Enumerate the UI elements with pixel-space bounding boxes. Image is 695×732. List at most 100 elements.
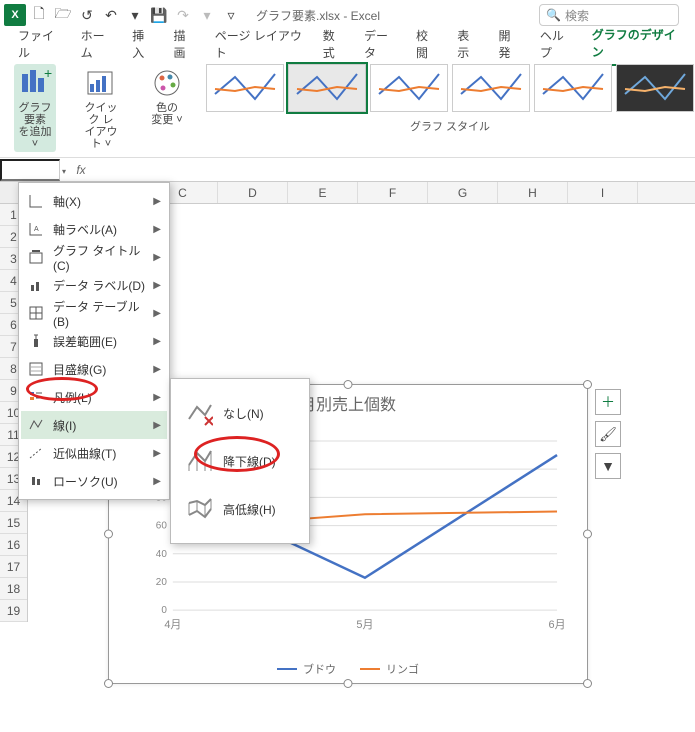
chart-style-1[interactable] [206, 64, 284, 112]
menu-item-axis[interactable]: 軸(X)▶ [21, 187, 167, 215]
name-box[interactable] [0, 159, 60, 181]
svg-text:A: A [34, 226, 39, 233]
resize-handle[interactable] [104, 679, 113, 688]
chart-style-2[interactable] [288, 64, 366, 112]
col-header[interactable]: H [498, 182, 568, 203]
none-icon [183, 397, 215, 429]
legend-label: ブドウ [303, 661, 336, 677]
tab-help[interactable]: ヘルプ [530, 23, 582, 65]
menu-label: グラフ タイトル(C) [53, 242, 145, 273]
fx-label[interactable]: fx [66, 163, 96, 177]
menu-item-data-table[interactable]: データ テーブル(B) ▶ [21, 299, 167, 327]
tab-file[interactable]: ファイル [8, 23, 71, 65]
ribbon: + グラフ要素 を追加 ˅ クイック レイアウト ˅ 色の 変更 ˅ [0, 58, 695, 158]
menu-label: 凡例(L) [53, 389, 145, 406]
trendline-icon [27, 444, 45, 462]
menu-item-trendline[interactable]: 近似曲線(T)▶ [21, 439, 167, 467]
menu-item-data-label[interactable]: データ ラベル(D)▶ [21, 271, 167, 299]
resize-handle[interactable] [583, 380, 592, 389]
row-header[interactable]: 16 [0, 534, 27, 556]
gridlines-icon [27, 360, 45, 378]
chart-filter-button[interactable]: ▼ [595, 453, 621, 479]
tab-page-layout[interactable]: ページ レイアウト [205, 23, 313, 65]
chart-title-icon [27, 248, 45, 266]
svg-text:20: 20 [156, 577, 168, 588]
col-header[interactable]: D [218, 182, 288, 203]
add-element-icon: + [18, 66, 52, 100]
menu-item-error-bars[interactable]: 誤差範囲(E)▶ [21, 327, 167, 355]
resize-handle[interactable] [344, 380, 353, 389]
chart-styles-button[interactable]: 🖌 [595, 421, 621, 447]
tab-insert[interactable]: 挿入 [122, 23, 163, 65]
tab-view[interactable]: 表示 [447, 23, 488, 65]
resize-handle[interactable] [583, 679, 592, 688]
chevron-right-icon: ▶ [153, 308, 161, 319]
legend-label: リンゴ [386, 661, 419, 677]
menu-label: 目盛線(G) [53, 361, 145, 378]
tab-developer[interactable]: 開発 [489, 23, 530, 65]
search-placeholder: 検索 [565, 7, 589, 24]
row-header[interactable]: 19 [0, 600, 27, 622]
row-header[interactable]: 17 [0, 556, 27, 578]
resize-handle[interactable] [104, 530, 113, 539]
col-header[interactable]: G [428, 182, 498, 203]
row-header[interactable]: 18 [0, 578, 27, 600]
svg-text:6月: 6月 [549, 619, 566, 631]
chevron-right-icon: ▶ [153, 336, 161, 347]
menu-label: ローソク(U) [53, 473, 145, 490]
tab-draw[interactable]: 描画 [164, 23, 205, 65]
resize-handle[interactable] [344, 679, 353, 688]
updown-bars-icon [27, 472, 45, 490]
tab-formulas[interactable]: 数式 [313, 23, 354, 65]
axis-label-icon: A [27, 220, 45, 238]
add-element-menu: 軸(X)▶A軸ラベル(A)▶グラフ タイトル(C)▶データ ラベル(D)▶データ… [18, 182, 170, 500]
chart-style-5[interactable] [534, 64, 612, 112]
chevron-right-icon: ▶ [153, 252, 161, 263]
menu-label: データ テーブル(B) [53, 298, 145, 329]
svg-text:40: 40 [156, 549, 168, 560]
col-header[interactable]: E [288, 182, 358, 203]
error-bars-icon [27, 332, 45, 350]
chart-elements-button[interactable]: ＋ [595, 389, 621, 415]
tab-review[interactable]: 校閲 [406, 23, 447, 65]
menu-item-chart-title[interactable]: グラフ タイトル(C) ▶ [21, 243, 167, 271]
add-chart-element-button[interactable]: + グラフ要素 を追加 ˅ [14, 64, 56, 152]
tab-home[interactable]: ホーム [71, 23, 123, 65]
tab-data[interactable]: データ [354, 23, 406, 65]
chart-style-3[interactable] [370, 64, 448, 112]
row-header[interactable]: 15 [0, 512, 27, 534]
lines-icon [27, 416, 45, 434]
submenu-item-none[interactable]: なし(N) [177, 389, 303, 437]
add-element-label: グラフ要素 を追加 ˅ [18, 102, 52, 150]
menu-label: 軸(X) [53, 193, 145, 210]
chart-legend[interactable]: ブドウ リンゴ [109, 661, 587, 677]
col-header[interactable]: F [358, 182, 428, 203]
data-label-icon [27, 276, 45, 294]
quick-layout-button[interactable]: クイック レイアウト ˅ [80, 64, 122, 152]
legend-icon [27, 388, 45, 406]
menu-item-lines[interactable]: 線(I)▶ [21, 411, 167, 439]
chart-style-6[interactable] [616, 64, 694, 112]
quick-layout-label: クイック レイアウト ˅ [84, 102, 118, 150]
tab-chart-design[interactable]: グラフのデザイン [582, 22, 687, 66]
menu-item-legend[interactable]: 凡例(L)▶ [21, 383, 167, 411]
svg-text:+: + [44, 66, 52, 81]
data-table-icon [27, 304, 45, 322]
menu-item-updown-bars[interactable]: ローソク(U) ▶ [21, 467, 167, 495]
chevron-right-icon: ▶ [153, 224, 161, 235]
submenu-label: 降下線(D) [223, 453, 297, 470]
svg-text:5月: 5月 [356, 619, 373, 631]
submenu-item-high-low-lines[interactable]: 高低線(H) [177, 485, 303, 533]
submenu-item-drop-lines[interactable]: 降下線(D) [177, 437, 303, 485]
chart-style-4[interactable] [452, 64, 530, 112]
menu-item-gridlines[interactable]: 目盛線(G)▶ [21, 355, 167, 383]
doc-title: グラフ要素.xlsx - Excel [256, 7, 380, 24]
legend-swatch-icon [277, 668, 297, 670]
svg-text:0: 0 [161, 605, 167, 616]
menu-item-axis-label[interactable]: A軸ラベル(A)▶ [21, 215, 167, 243]
col-header[interactable]: I [568, 182, 638, 203]
axis-icon [27, 192, 45, 210]
chevron-right-icon: ▶ [153, 476, 161, 487]
change-colors-button[interactable]: 色の 変更 ˅ [146, 64, 188, 128]
resize-handle[interactable] [583, 530, 592, 539]
